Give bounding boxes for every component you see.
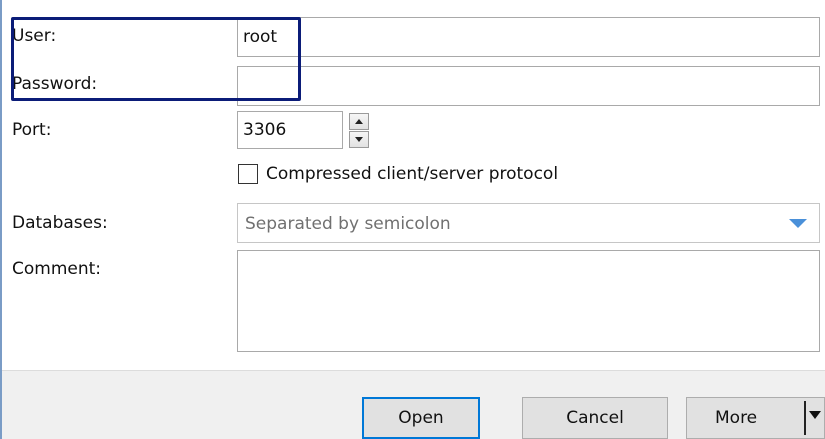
port-spin-up-button[interactable]: [349, 113, 369, 130]
databases-placeholder: Separated by semicolon: [245, 214, 451, 234]
port-input[interactable]: [237, 111, 343, 149]
password-label: Password:: [12, 74, 98, 94]
port-label: Port:: [12, 120, 52, 140]
more-button-separator: [804, 401, 806, 435]
port-spin-down-button[interactable]: [349, 131, 369, 148]
user-label: User:: [12, 26, 57, 46]
compressed-protocol-label[interactable]: Compressed client/server protocol: [266, 163, 558, 185]
databases-combobox[interactable]: Separated by semicolon: [237, 203, 820, 243]
comment-textarea[interactable]: [237, 250, 820, 352]
caret-down-icon[interactable]: [809, 411, 821, 419]
chevron-down-icon[interactable]: [789, 219, 807, 228]
triangle-down-icon: [355, 137, 363, 142]
connection-settings-panel: User: Password: Port: Compressed client/…: [0, 0, 825, 439]
open-button[interactable]: Open: [362, 397, 480, 439]
triangle-up-icon: [355, 119, 363, 124]
cancel-button[interactable]: Cancel: [522, 397, 668, 439]
password-input[interactable]: [237, 66, 820, 106]
comment-label: Comment:: [12, 259, 102, 279]
compressed-protocol-checkbox[interactable]: [238, 164, 258, 184]
databases-label: Databases:: [12, 213, 108, 233]
user-input[interactable]: [237, 17, 820, 57]
